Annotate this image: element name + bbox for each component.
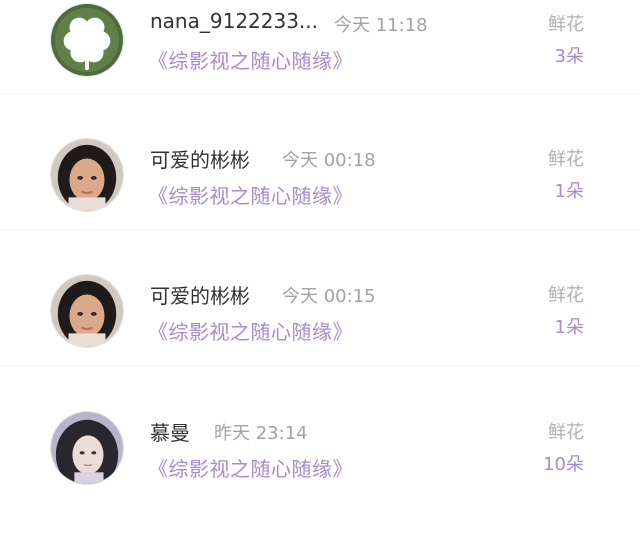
- gift-record-list: nana_9122233... 今天 11:18 《综影视之随心随缘》 鲜花 3…: [0, 0, 640, 489]
- gift-count: 3朵: [554, 46, 584, 67]
- gift-type-label: 鲜花: [548, 422, 584, 443]
- gift-count: 1朵: [554, 317, 584, 338]
- clover-avatar-icon[interactable]: [50, 3, 124, 77]
- list-item[interactable]: nana_9122233... 今天 11:18 《综影视之随心随缘》 鲜花 3…: [0, 0, 640, 136]
- row-divider: [0, 365, 640, 366]
- work-title-link[interactable]: 《综影视之随心随缘》: [148, 180, 353, 209]
- list-item[interactable]: 慕曼 昨天 23:14 《综影视之随心随缘》 鲜花 10朵: [0, 408, 640, 544]
- comment-time: 今天 00:18: [282, 150, 376, 171]
- gift-type-label: 鲜花: [548, 149, 584, 170]
- username[interactable]: 慕曼: [150, 417, 190, 446]
- girl-portrait-avatar-icon[interactable]: [50, 411, 124, 485]
- work-title-link[interactable]: 《综影视之随心随缘》: [148, 316, 353, 345]
- gift-count: 1朵: [554, 181, 584, 202]
- gift-type-label: 鲜花: [548, 14, 584, 35]
- username[interactable]: nana_9122233...: [150, 9, 318, 33]
- row-divider: [0, 94, 640, 95]
- girl-photo-avatar-icon[interactable]: [50, 138, 124, 212]
- list-item[interactable]: 可爱的彬彬 今天 00:15 《综影视之随心随缘》 鲜花 1朵: [0, 271, 640, 407]
- comment-time: 今天 00:15: [282, 286, 376, 307]
- comment-time: 昨天 23:14: [214, 423, 308, 444]
- username[interactable]: 可爱的彬彬: [150, 280, 250, 309]
- username[interactable]: 可爱的彬彬: [150, 144, 250, 173]
- work-title-link[interactable]: 《综影视之随心随缘》: [148, 45, 353, 74]
- comment-time: 今天 11:18: [334, 15, 428, 36]
- list-item[interactable]: 可爱的彬彬 今天 00:18 《综影视之随心随缘》 鲜花 1朵: [0, 135, 640, 271]
- gift-count: 10朵: [543, 454, 584, 475]
- gift-type-label: 鲜花: [548, 285, 584, 306]
- girl-photo-avatar-icon[interactable]: [50, 274, 124, 348]
- row-divider: [0, 229, 640, 230]
- work-title-link[interactable]: 《综影视之随心随缘》: [148, 453, 353, 482]
